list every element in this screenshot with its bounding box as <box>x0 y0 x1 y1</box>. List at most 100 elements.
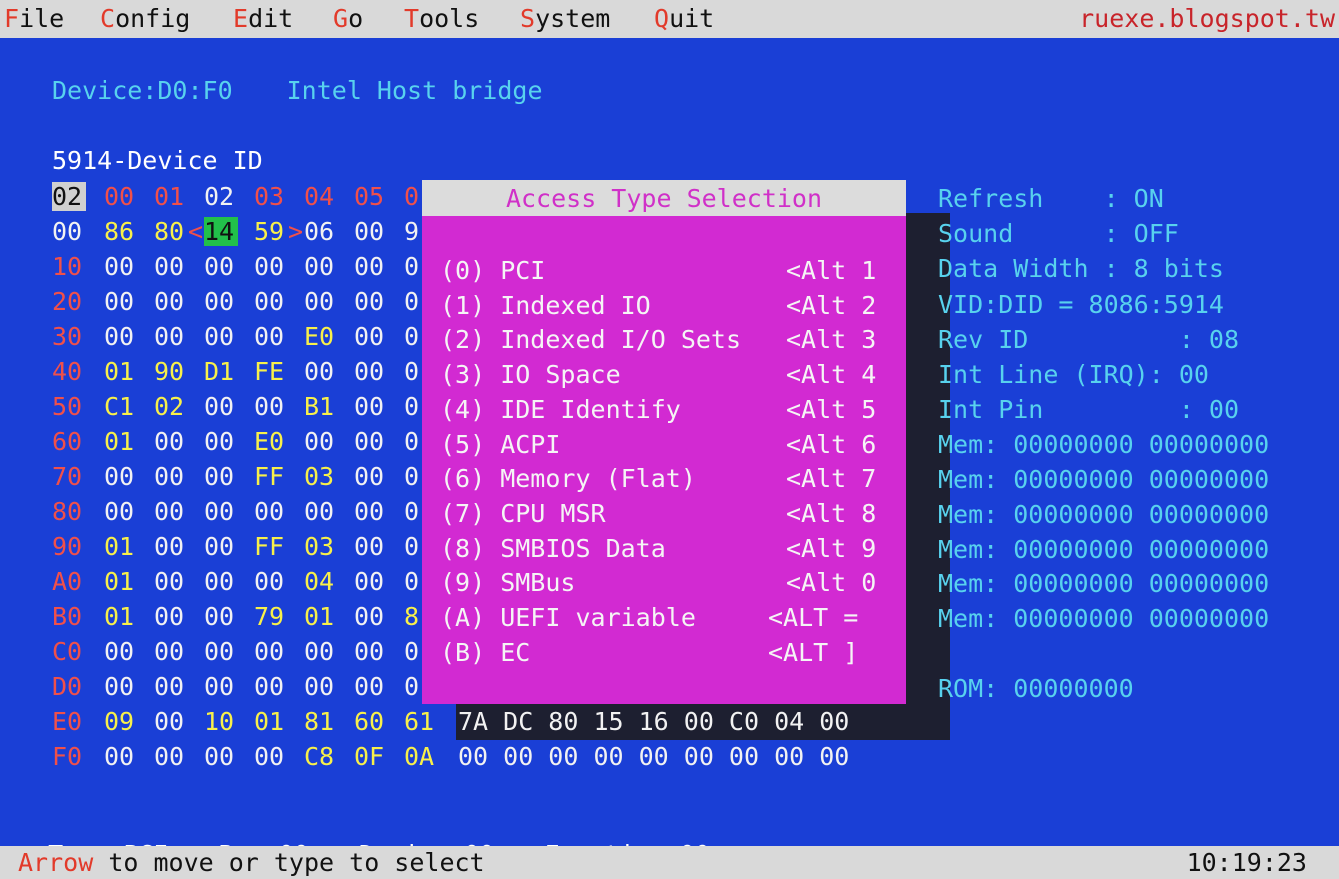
hex-cell[interactable]: 00 <box>254 672 294 701</box>
hex-cell[interactable]: 00 <box>354 532 394 561</box>
hex-cell[interactable]: 01 <box>104 532 144 561</box>
hex-cell[interactable]: 00 <box>154 462 194 491</box>
hex-cell[interactable]: 90 <box>154 357 194 386</box>
hex-cell[interactable]: 81 <box>304 707 344 736</box>
hex-cell[interactable]: 00 <box>204 532 244 561</box>
hex-cell[interactable]: 00 <box>204 252 244 281</box>
hex-cell[interactable]: 00 <box>154 322 194 351</box>
hex-cell[interactable]: 00 <box>154 252 194 281</box>
menu-edit[interactable]: Edit <box>233 0 293 38</box>
hex-cell[interactable]: 0F <box>354 742 394 771</box>
hex-cell-selected[interactable]: 14 <box>204 217 238 246</box>
hex-cell[interactable]: 00 <box>304 427 344 456</box>
hex-cell[interactable]: 01 <box>104 602 144 631</box>
hex-cell[interactable]: 09 <box>104 707 144 736</box>
hex-cell[interactable]: E0 <box>254 427 294 456</box>
access-type-option[interactable]: (8) SMBIOS Data <Alt 9 <box>440 534 900 566</box>
access-type-option[interactable]: (B) EC <ALT ] <box>440 638 900 670</box>
hex-cell[interactable]: 00 <box>354 567 394 596</box>
hex-cell[interactable]: 00 <box>204 392 244 421</box>
access-type-option[interactable]: (3) IO Space <Alt 4 <box>440 360 900 392</box>
hex-cell[interactable]: 00 <box>354 392 394 421</box>
hex-cell[interactable]: 00 <box>154 602 194 631</box>
access-type-option[interactable]: (0) PCI <Alt 1 <box>440 256 900 288</box>
hex-cell[interactable]: 00 <box>154 707 194 736</box>
menu-go[interactable]: Go <box>333 0 363 38</box>
hex-cell[interactable]: 00 <box>254 252 294 281</box>
hex-cell[interactable]: 00 <box>154 287 194 316</box>
hex-cell[interactable]: 79 <box>254 602 294 631</box>
hex-cell[interactable]: 00 <box>104 462 144 491</box>
hex-cell[interactable]: B1 <box>304 392 344 421</box>
hex-cell[interactable]: 00 <box>354 322 394 351</box>
access-type-option[interactable]: (1) Indexed IO <Alt 2 <box>440 291 900 323</box>
hex-cell[interactable]: 04 <box>304 567 344 596</box>
hex-cell[interactable]: 00 <box>104 497 144 526</box>
access-type-option[interactable]: (5) ACPI <Alt 6 <box>440 430 900 462</box>
access-type-option[interactable]: (4) IDE Identify <Alt 5 <box>440 395 900 427</box>
hex-cell[interactable]: 00 <box>354 357 394 386</box>
hex-cell[interactable]: 61 <box>404 707 444 736</box>
hex-cell[interactable]: 00 <box>304 252 344 281</box>
hex-cell[interactable]: 01 <box>104 357 144 386</box>
hex-cell[interactable]: FF <box>254 462 294 491</box>
hex-cell[interactable]: 10 <box>204 707 244 736</box>
hex-cell[interactable]: 00 <box>254 742 294 771</box>
access-type-option[interactable]: (9) SMBus <Alt 0 <box>440 568 900 600</box>
hex-cell[interactable]: 00 <box>204 602 244 631</box>
hex-cell[interactable]: 00 <box>204 742 244 771</box>
hex-cell[interactable]: 00 <box>154 672 194 701</box>
hex-cell[interactable]: C8 <box>304 742 344 771</box>
hex-cell[interactable]: 00 <box>354 217 394 246</box>
menu-system[interactable]: System <box>520 0 610 38</box>
hex-cell[interactable]: 00 <box>104 637 144 666</box>
access-type-option[interactable]: (6) Memory (Flat) <Alt 7 <box>440 464 900 496</box>
hex-cell[interactable]: 01 <box>104 567 144 596</box>
hex-cell[interactable]: 00 <box>304 497 344 526</box>
hex-cell[interactable]: FF <box>254 532 294 561</box>
access-type-option[interactable]: (7) CPU MSR <Alt 8 <box>440 499 900 531</box>
hex-cell[interactable]: 00 <box>304 287 344 316</box>
hex-cell[interactable]: 86 <box>104 217 144 246</box>
hex-cell[interactable]: 00 <box>354 427 394 456</box>
access-type-option[interactable]: (2) Indexed I/O Sets <Alt 3 <box>440 325 900 357</box>
hex-cell[interactable]: 00 <box>254 287 294 316</box>
hex-cell[interactable]: 03 <box>304 532 344 561</box>
menu-file[interactable]: File <box>4 0 64 38</box>
hex-cell[interactable]: 00 <box>204 567 244 596</box>
hex-cell[interactable]: 00 <box>154 637 194 666</box>
hex-cell[interactable]: 00 <box>254 637 294 666</box>
hex-cell[interactable]: 00 <box>354 462 394 491</box>
hex-cell[interactable]: 00 <box>354 602 394 631</box>
hex-cell[interactable]: 00 <box>104 252 144 281</box>
hex-cell[interactable]: 00 <box>104 742 144 771</box>
hex-cell[interactable]: C1 <box>104 392 144 421</box>
hex-cell[interactable]: D1 <box>204 357 244 386</box>
hex-cell[interactable]: 00 <box>204 427 244 456</box>
hex-cell[interactable]: 00 <box>304 672 344 701</box>
hex-cell[interactable]: 00 <box>154 532 194 561</box>
hex-cell[interactable]: 03 <box>304 462 344 491</box>
hex-cell[interactable]: E0 <box>304 322 344 351</box>
hex-cell[interactable]: FE <box>254 357 294 386</box>
hex-cell[interactable]: 01 <box>254 707 294 736</box>
menu-tools[interactable]: Tools <box>404 0 479 38</box>
hex-cell[interactable]: 00 <box>354 287 394 316</box>
menu-quit[interactable]: Quit <box>654 0 714 38</box>
hex-cell[interactable]: 00 <box>304 637 344 666</box>
hex-cell[interactable]: 00 <box>204 287 244 316</box>
hex-cell[interactable]: 00 <box>104 672 144 701</box>
hex-cell[interactable]: 00 <box>154 742 194 771</box>
access-type-option[interactable]: (A) UEFI variable <ALT = <box>440 603 900 635</box>
hex-cell[interactable]: 00 <box>104 322 144 351</box>
hex-cell[interactable]: 00 <box>354 672 394 701</box>
hex-cell[interactable]: 01 <box>104 427 144 456</box>
hex-cell[interactable]: 00 <box>204 637 244 666</box>
hex-cell[interactable]: 00 <box>254 567 294 596</box>
hex-cell[interactable]: 00 <box>254 322 294 351</box>
hex-cell[interactable]: 00 <box>254 497 294 526</box>
hex-cell[interactable]: 00 <box>204 322 244 351</box>
hex-cell[interactable]: 02 <box>154 392 194 421</box>
hex-cell[interactable]: 00 <box>304 357 344 386</box>
hex-cell[interactable]: 00 <box>254 392 294 421</box>
